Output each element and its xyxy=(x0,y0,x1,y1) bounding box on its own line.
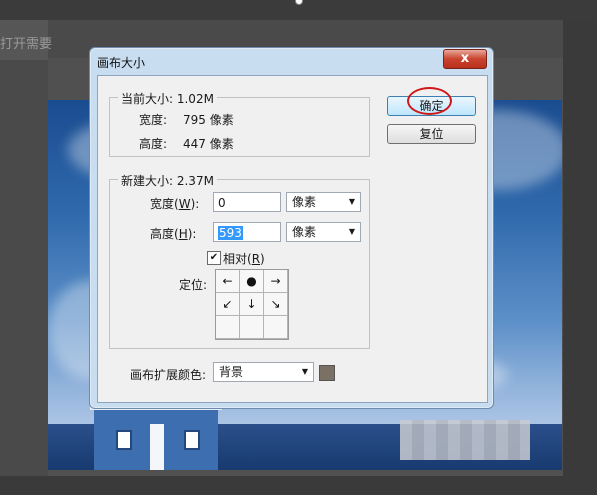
chevron-down-icon: ▼ xyxy=(348,227,355,236)
chevron-down-icon: ▼ xyxy=(301,367,308,376)
extension-color-swatch[interactable] xyxy=(319,365,335,381)
dialog-title: 画布大小 xyxy=(97,56,146,70)
new-size-label: 新建大小: 2.37M xyxy=(118,172,217,189)
ruler-marker-icon xyxy=(295,0,303,5)
blurred-watermark xyxy=(400,420,530,460)
current-size-label: 当前大小: 1.02M xyxy=(118,90,217,107)
anchor-grid: ← ● → ↙ ↓ ↘ xyxy=(215,269,289,340)
app-top-bar xyxy=(0,0,597,20)
current-width-label: 宽度: xyxy=(139,113,168,127)
extension-color-label: 画布扩展颜色: xyxy=(130,368,207,382)
new-width-label: 宽度(W): xyxy=(150,197,200,211)
reset-button[interactable]: 复位 xyxy=(387,124,476,144)
anchor-label: 定位: xyxy=(179,278,208,292)
house-image xyxy=(90,398,222,470)
document-tab-label: 打开需要 xyxy=(0,37,53,52)
height-unit-select[interactable]: 像素 ▼ xyxy=(286,222,361,242)
right-panel-strip xyxy=(563,20,597,495)
width-input-value: 0 xyxy=(218,196,226,210)
anchor-arrow-right-icon[interactable]: → xyxy=(264,270,288,293)
anchor-cell-bottom-left[interactable] xyxy=(216,316,240,339)
highlight-circle xyxy=(407,87,452,115)
anchor-arrow-down-left-icon[interactable]: ↙ xyxy=(216,293,240,316)
close-button[interactable]: x xyxy=(443,49,487,69)
chevron-down-icon: ▼ xyxy=(348,197,355,206)
width-unit-value: 像素 xyxy=(292,195,317,209)
new-height-label: 高度(H): xyxy=(150,227,197,241)
height-unit-value: 像素 xyxy=(292,225,317,239)
anchor-arrow-left-icon[interactable]: ← xyxy=(216,270,240,293)
relative-checkbox[interactable]: ✔ xyxy=(207,251,221,265)
extension-color-value: 背景 xyxy=(219,365,244,379)
status-strip xyxy=(0,476,597,495)
anchor-cell-bottom-right[interactable] xyxy=(264,316,288,339)
dialog-body: 当前大小: 1.02M 宽度: 795 像素 高度: 447 像素 确定 复位 … xyxy=(97,75,488,403)
extension-color-select[interactable]: 背景 ▼ xyxy=(213,362,314,382)
anchor-arrow-down-right-icon[interactable]: ↘ xyxy=(264,293,288,316)
height-input[interactable]: 593 xyxy=(213,222,281,242)
relative-label[interactable]: 相对(R) xyxy=(223,250,265,267)
current-size-group: 当前大小: 1.02M 宽度: 795 像素 高度: 447 像素 xyxy=(109,90,370,157)
dialog-titlebar[interactable]: 画布大小 x xyxy=(90,48,493,74)
anchor-center-icon[interactable]: ● xyxy=(240,270,264,293)
width-input[interactable]: 0 xyxy=(213,192,281,212)
current-width-value: 795 像素 xyxy=(183,113,234,127)
anchor-arrow-down-icon[interactable]: ↓ xyxy=(240,293,264,316)
width-unit-select[interactable]: 像素 ▼ xyxy=(286,192,361,212)
current-height-label: 高度: xyxy=(139,137,168,151)
document-tab[interactable]: 打开需要 xyxy=(0,20,52,60)
current-height-value: 447 像素 xyxy=(183,137,234,151)
height-input-value: 593 xyxy=(218,226,243,240)
check-icon: ✔ xyxy=(209,252,219,263)
anchor-cell-bottom-center[interactable] xyxy=(240,316,264,339)
close-icon: x xyxy=(460,51,470,66)
